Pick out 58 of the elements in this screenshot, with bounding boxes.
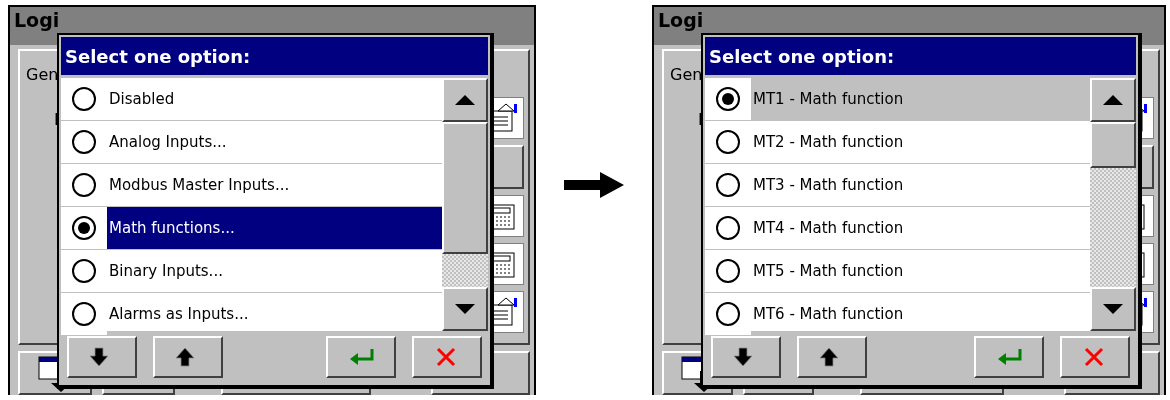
option-label: MT2 - Math function [752,132,905,153]
scroll-thumb[interactable] [1090,122,1136,168]
scroll-up-button[interactable] [442,78,488,122]
field-label: I [697,110,704,129]
dialog-title: Select one option: [61,37,488,75]
right-arrow-icon [564,172,624,198]
radio-button[interactable] [72,216,96,240]
option-row[interactable]: MT5 - Math function [705,250,1090,293]
radio-button[interactable] [72,173,96,197]
move-down-button[interactable] [711,336,781,378]
window-title: Logi [14,9,60,31]
scroll-up-button[interactable] [1090,78,1136,122]
option-label: MT5 - Math function [752,261,905,282]
radio-button[interactable] [72,302,96,326]
option-label: Disabled [108,89,176,110]
option-row[interactable]: MT3 - Math function [705,164,1090,207]
move-down-button[interactable] [67,336,137,378]
dialog-title: Select one option: [705,37,1136,75]
radio-button[interactable] [716,259,740,283]
radio-button[interactable] [716,87,740,111]
option-row[interactable]: Binary Inputs... [61,250,442,293]
scroll-thumb[interactable] [442,122,488,254]
radio-button[interactable] [72,87,96,111]
enter-arrow-icon [348,346,374,368]
up-triangle-icon [1103,95,1123,105]
down-triangle-icon [1103,304,1123,314]
enter-arrow-icon [996,346,1022,368]
move-up-button[interactable] [797,336,867,378]
option-row[interactable]: Disabled [61,78,442,121]
radio-button[interactable] [716,216,740,240]
field-label: I [53,110,60,129]
radio-button[interactable] [716,130,740,154]
window-title: Logi [658,9,704,31]
scroll-down-button[interactable] [442,287,488,331]
radio-button[interactable] [716,173,740,197]
option-label: Alarms as Inputs... [108,304,250,325]
scrollbar[interactable] [1090,78,1136,331]
option-label: Binary Inputs... [108,261,224,282]
confirm-button[interactable] [326,336,396,378]
scrollbar[interactable] [442,78,488,331]
move-up-button[interactable] [153,336,223,378]
radio-button[interactable] [72,130,96,154]
confirm-button[interactable] [974,336,1044,378]
option-label: MT4 - Math function [752,218,905,239]
option-label: MT3 - Math function [752,175,905,196]
option-label: Modbus Master Inputs... [108,175,291,196]
down-triangle-icon [455,304,475,314]
option-label: Analog Inputs... [108,132,228,153]
close-button[interactable] [1060,336,1130,378]
radio-button[interactable] [72,259,96,283]
radio-button[interactable] [716,302,740,326]
option-label: MT6 - Math function [752,304,905,325]
close-button[interactable] [412,336,482,378]
option-row[interactable]: MT4 - Math function [705,207,1090,250]
up-triangle-icon [455,95,475,105]
scroll-down-button[interactable] [1090,287,1136,331]
option-row[interactable]: Analog Inputs... [61,121,442,164]
option-row[interactable]: MT2 - Math function [705,121,1090,164]
